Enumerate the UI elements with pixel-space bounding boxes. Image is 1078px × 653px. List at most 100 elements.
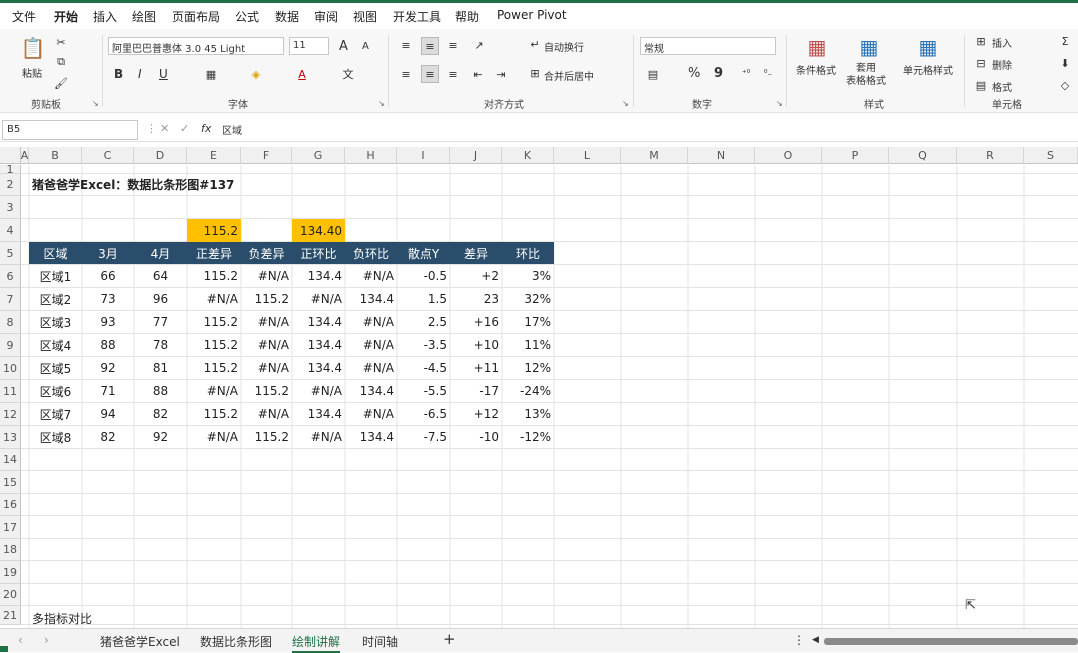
wrap-text-icon[interactable]: ↵: [528, 37, 542, 51]
table-cell[interactable]: 115.2: [187, 403, 241, 425]
table-cell[interactable]: 134.4: [292, 357, 345, 379]
row-header-16[interactable]: 16: [0, 494, 21, 516]
column-header-g[interactable]: G: [292, 147, 345, 164]
row-header-11[interactable]: 11: [0, 380, 21, 403]
table-cell[interactable]: 134.4: [292, 403, 345, 425]
tab-file[interactable]: 文件: [12, 8, 36, 25]
table-cell[interactable]: 11%: [502, 334, 554, 356]
tabs-more-icon[interactable]: ⋮: [793, 633, 805, 647]
tab-review[interactable]: 审阅: [314, 8, 338, 25]
row-header-3[interactable]: 3: [0, 196, 21, 219]
sheet-tab[interactable]: 猪爸爸学Excel: [100, 633, 180, 650]
align-top-icon[interactable]: ≡: [398, 37, 414, 53]
column-header-k[interactable]: K: [502, 147, 554, 164]
table-cell[interactable]: -5.5: [397, 380, 450, 402]
clipboard-launcher-icon[interactable]: ↘: [92, 99, 99, 108]
fill-icon[interactable]: ⬇: [1058, 56, 1072, 70]
table-cell[interactable]: #N/A: [345, 311, 397, 333]
table-cell[interactable]: 115.2: [187, 357, 241, 379]
table-cell[interactable]: 1.5: [397, 288, 450, 310]
table-cell[interactable]: +10: [450, 334, 502, 356]
underline-button[interactable]: U: [159, 67, 168, 81]
tab-formulas[interactable]: 公式: [235, 8, 259, 25]
cut-icon[interactable]: ✂: [54, 35, 68, 49]
column-header-a[interactable]: A: [21, 147, 29, 164]
orientation-icon[interactable]: ↗: [470, 37, 488, 53]
font-name-select[interactable]: 阿里巴巴普惠体 3.0 45 Light: [108, 37, 284, 55]
table-cell[interactable]: 92: [82, 357, 134, 379]
table-cell[interactable]: 12%: [502, 357, 554, 379]
column-header-r[interactable]: R: [957, 147, 1024, 164]
cell-g4[interactable]: 134.40: [292, 219, 345, 242]
sheet-tab[interactable]: 数据比条形图: [200, 633, 272, 650]
table-cell[interactable]: 134.4: [292, 311, 345, 333]
column-header-b[interactable]: B: [29, 147, 82, 164]
italic-button[interactable]: I: [138, 67, 142, 81]
table-cell[interactable]: 77: [134, 311, 187, 333]
table-cell[interactable]: -7.5: [397, 426, 450, 448]
tab-developer[interactable]: 开发工具: [393, 8, 441, 25]
table-cell[interactable]: #N/A: [241, 311, 292, 333]
table-cell[interactable]: 23: [450, 288, 502, 310]
row-header-10[interactable]: 10: [0, 357, 21, 380]
table-cell[interactable]: -17: [450, 380, 502, 402]
column-header-n[interactable]: N: [688, 147, 755, 164]
table-cell[interactable]: 区域5: [29, 357, 82, 379]
row-header-13[interactable]: 13: [0, 426, 21, 449]
conditional-formatting-icon[interactable]: ▦: [804, 35, 830, 59]
table-cell[interactable]: -4.5: [397, 357, 450, 379]
accounting-format-icon[interactable]: ▤: [644, 66, 662, 82]
increase-decimal-icon[interactable]: ⁺⁰: [738, 66, 754, 82]
alignment-launcher-icon[interactable]: ↘: [622, 99, 629, 108]
column-header-q[interactable]: Q: [889, 147, 957, 164]
table-cell[interactable]: -6.5: [397, 403, 450, 425]
table-header-cell[interactable]: 4月: [134, 242, 187, 264]
row-header-20[interactable]: 20: [0, 584, 21, 606]
paste-icon[interactable]: 📋: [20, 35, 46, 61]
row-header-1[interactable]: 1: [0, 163, 21, 176]
table-cell[interactable]: 81: [134, 357, 187, 379]
table-cell[interactable]: 134.4: [345, 426, 397, 448]
table-cell[interactable]: 71: [82, 380, 134, 402]
copy-icon[interactable]: ⧉: [54, 55, 68, 69]
tab-page-layout[interactable]: 页面布局: [172, 8, 220, 25]
format-cells-button[interactable]: 格式: [992, 79, 1012, 94]
tab-draw[interactable]: 绘图: [132, 8, 156, 25]
row-header-5[interactable]: 5: [0, 242, 21, 265]
tab-view[interactable]: 视图: [353, 8, 377, 25]
table-cell[interactable]: 区域8: [29, 426, 82, 448]
table-cell[interactable]: 134.4: [292, 334, 345, 356]
insert-cells-button[interactable]: 插入: [992, 35, 1012, 50]
column-header-e[interactable]: E: [187, 147, 241, 164]
column-header-c[interactable]: C: [82, 147, 134, 164]
scroll-left-icon[interactable]: ◀: [812, 635, 819, 645]
paste-button[interactable]: 粘贴: [22, 65, 42, 80]
column-header-l[interactable]: L: [554, 147, 621, 164]
table-cell[interactable]: -10: [450, 426, 502, 448]
select-all-corner[interactable]: [0, 147, 21, 164]
table-cell[interactable]: 区域1: [29, 265, 82, 287]
table-cell[interactable]: 134.4: [345, 380, 397, 402]
table-cell[interactable]: +2: [450, 265, 502, 287]
column-header-i[interactable]: I: [397, 147, 450, 164]
table-cell[interactable]: 64: [134, 265, 187, 287]
table-cell[interactable]: 17%: [502, 311, 554, 333]
insert-cells-icon[interactable]: ⊞: [974, 34, 988, 48]
table-cell[interactable]: 82: [82, 426, 134, 448]
font-color-icon[interactable]: A: [294, 66, 310, 82]
comma-style-button[interactable]: 9: [714, 66, 723, 81]
table-cell[interactable]: 115.2: [187, 265, 241, 287]
table-cell[interactable]: 115.2: [241, 426, 292, 448]
table-cell[interactable]: 134.4: [292, 265, 345, 287]
merge-center-icon[interactable]: ⊞: [528, 66, 542, 80]
table-cell[interactable]: 区域4: [29, 334, 82, 356]
column-header-j[interactable]: J: [450, 147, 502, 164]
row-header-14[interactable]: 14: [0, 449, 21, 471]
table-cell[interactable]: 96: [134, 288, 187, 310]
cell-styles-button[interactable]: 单元格样式: [903, 62, 953, 77]
sheet-tab-active[interactable]: 绘制讲解: [292, 633, 341, 653]
insert-function-button[interactable]: fx: [201, 122, 211, 135]
table-cell[interactable]: #N/A: [345, 357, 397, 379]
row-header-8[interactable]: 8: [0, 311, 21, 334]
table-header-cell[interactable]: 差异: [450, 242, 502, 264]
